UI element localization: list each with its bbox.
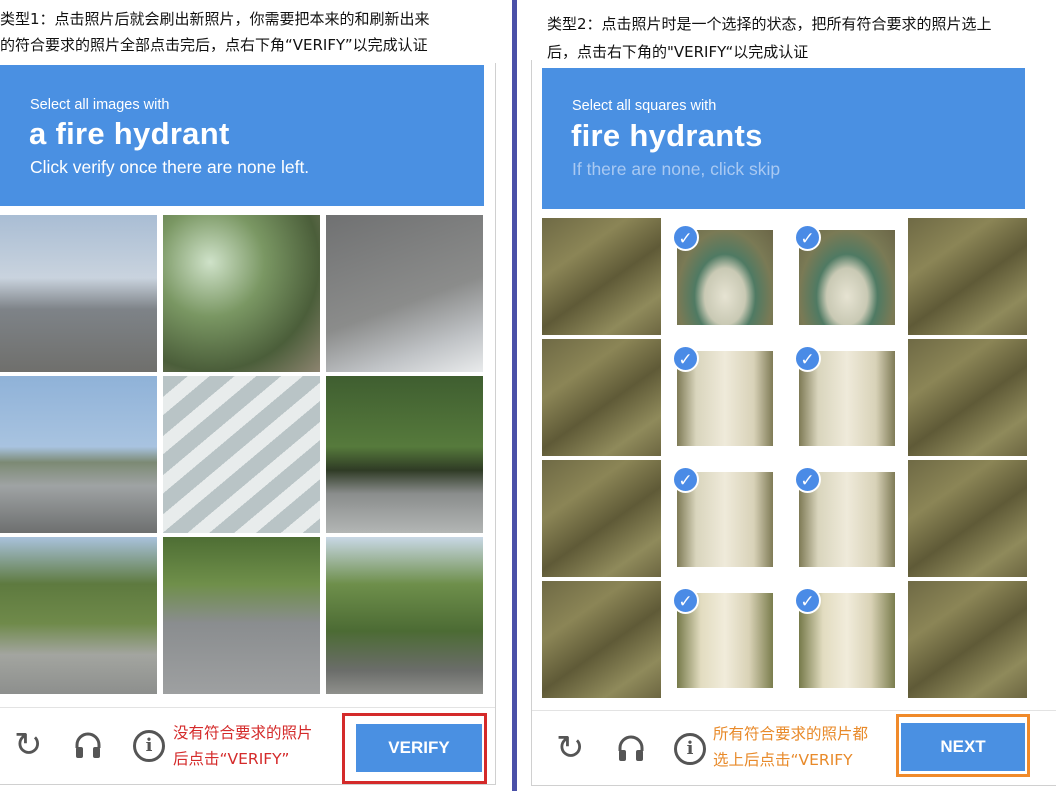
square-tile-selected[interactable]: ✓ [786,218,905,335]
captcha-instruction: If there are none, click skip [572,159,781,179]
square-tile-selected[interactable]: ✓ [664,460,783,577]
image-tile-7[interactable] [0,537,157,694]
square-tile-selected[interactable]: ✓ [786,460,905,577]
left-hint-line1: 没有符合要求的照片 [173,724,313,742]
right-hint-line1: 所有符合要求的照片都 [713,725,869,743]
right-hint-line2: 选上后点击“VERIFY [713,751,853,769]
captcha-widget-type1: Select all images with a fire hydrant Cl… [0,63,496,785]
right-panel: 类型2：点击照片时是一个选择的状态，把所有符合要求的照片选上 后，点击右下角的"… [517,0,1056,791]
square-tile-selected[interactable]: ✓ [664,581,783,698]
left-hint-line2: 后点击“VERIFY” [173,750,290,768]
left-instruction: 类型1：点击照片后就会刷出新照片，你需要把本来的和刷新出来 的符合要求的照片全部… [0,6,430,58]
captcha-target: a fire hydrant [29,116,230,151]
left-panel: 类型1：点击照片后就会刷出新照片，你需要把本来的和刷新出来 的符合要求的照片全部… [0,0,512,791]
checkmark-icon: ✓ [794,466,821,493]
square-tile[interactable] [542,581,661,698]
image-tile-6[interactable] [326,376,483,533]
left-hint: 没有符合要求的照片 后点击“VERIFY” [173,720,313,772]
captcha-prompt-small: Select all images with [30,97,170,113]
info-icon[interactable]: i [674,733,706,765]
captcha-prompt-small: Select all squares with [572,98,717,114]
captcha-footer: ↻ i 所有符合要求的照片都 选上后点击“VERIFY NEXT [532,710,1056,786]
image-tile-1[interactable] [0,215,157,372]
captcha-footer: ↻ i 没有符合要求的照片 后点击“VERIFY” VERIFY [0,707,495,785]
checkmark-icon: ✓ [672,466,699,493]
captcha-instruction: Click verify once there are none left. [30,157,310,177]
image-tile-5[interactable] [163,376,320,533]
square-tile[interactable] [908,581,1027,698]
square-tile-selected[interactable]: ✓ [786,339,905,456]
captcha-target: fire hydrants [571,118,763,153]
left-instruction-line1: 类型1：点击照片后就会刷出新照片，你需要把本来的和刷新出来 [0,10,430,28]
square-tile-selected[interactable]: ✓ [664,339,783,456]
captcha-square-grid: ✓ ✓ ✓ ✓ ✓ ✓ ✓ ✓ [542,218,1027,700]
square-tile[interactable] [908,218,1027,335]
square-tile[interactable] [542,460,661,577]
reload-icon[interactable]: ↻ [14,728,43,762]
square-tile[interactable] [908,460,1027,577]
image-tile-3[interactable] [326,215,483,372]
checkmark-icon: ✓ [672,587,699,614]
left-instruction-line2: 的符合要求的照片全部点击完后，点右下角“VERIFY”以完成认证 [0,36,428,54]
checkmark-icon: ✓ [794,224,821,251]
square-tile[interactable] [908,339,1027,456]
square-tile-selected[interactable]: ✓ [786,581,905,698]
right-instruction: 类型2：点击照片时是一个选择的状态，把所有符合要求的照片选上 后，点击右下角的"… [547,10,992,66]
right-hint: 所有符合要求的照片都 选上后点击“VERIFY [713,721,868,773]
checkmark-icon: ✓ [672,345,699,372]
captcha-header: Select all images with a fire hydrant Cl… [0,65,484,206]
checkmark-icon: ✓ [794,345,821,372]
right-instruction-line1: 类型2：点击照片时是一个选择的状态，把所有符合要求的照片选上 [547,15,992,33]
captcha-header: Select all squares with fire hydrants If… [542,68,1025,209]
info-icon[interactable]: i [133,730,165,762]
square-tile[interactable] [542,218,661,335]
captcha-image-grid [0,215,484,696]
reload-icon[interactable]: ↻ [556,731,585,765]
image-tile-8[interactable] [163,537,320,694]
square-tile-selected[interactable]: ✓ [664,218,783,335]
next-button[interactable]: NEXT [901,723,1025,771]
image-tile-9[interactable] [326,537,483,694]
headphones-icon[interactable] [73,730,103,760]
square-tile[interactable] [542,339,661,456]
checkmark-icon: ✓ [672,224,699,251]
image-tile-2[interactable] [163,215,320,372]
checkmark-icon: ✓ [794,587,821,614]
headphones-icon[interactable] [616,733,646,763]
image-tile-4[interactable] [0,376,157,533]
captcha-widget-type2: Select all squares with fire hydrants If… [531,60,1056,786]
verify-button[interactable]: VERIFY [356,724,482,772]
